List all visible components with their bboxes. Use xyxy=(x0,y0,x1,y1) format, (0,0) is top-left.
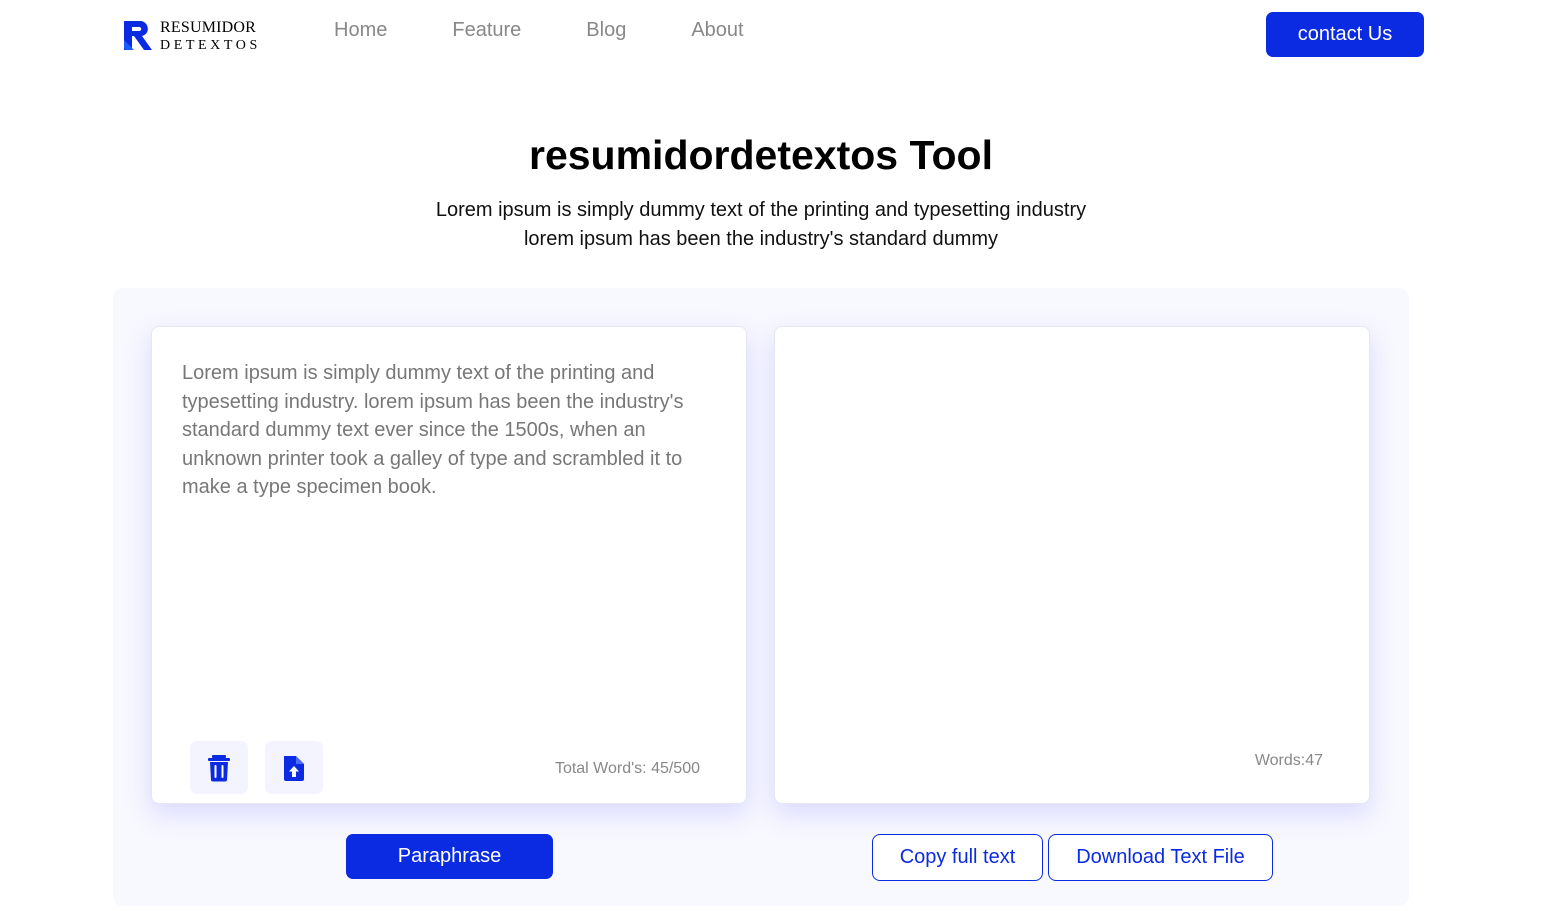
nav-about-link[interactable]: About xyxy=(691,19,743,41)
logo-line2: DETEXTOS xyxy=(160,37,261,53)
page-subtitle: Lorem ipsum is simply dummy text of the … xyxy=(0,196,1522,254)
subtitle-line-2: lorem ipsum has been the industry's stan… xyxy=(523,228,999,250)
upload-file-button[interactable] xyxy=(265,741,323,794)
file-upload-icon xyxy=(284,755,304,781)
page: RESUMIDOR DETEXTOS Home Feature Blog Abo… xyxy=(0,0,1568,911)
contact-us-button[interactable]: contact Us xyxy=(1266,12,1424,57)
output-card: Words:47 xyxy=(774,326,1370,804)
nav-feature-link[interactable]: Feature xyxy=(452,19,521,41)
output-word-count: Words:47 xyxy=(1254,752,1323,769)
main-nav: Home Feature Blog About xyxy=(334,19,809,41)
tool-panel: Lorem ipsum is simply dummy text of the … xyxy=(113,288,1409,906)
logo-line1: RESUMIDOR xyxy=(160,18,257,36)
paraphrase-button[interactable]: Paraphrase xyxy=(346,834,553,879)
input-textarea[interactable]: Lorem ipsum is simply dummy text of the … xyxy=(182,359,712,502)
copy-full-text-button[interactable]: Copy full text xyxy=(872,834,1043,881)
input-word-count: Total Word's: 45/500 xyxy=(554,760,700,777)
trash-icon xyxy=(208,754,230,781)
nav-blog-link[interactable]: Blog xyxy=(586,19,626,41)
nav-home-link[interactable]: Home xyxy=(334,19,387,41)
input-card: Lorem ipsum is simply dummy text of the … xyxy=(151,326,747,804)
download-text-file-button[interactable]: Download Text File xyxy=(1048,834,1273,881)
logo-text: RESUMIDOR DETEXTOS xyxy=(160,18,261,53)
subtitle-line-1: Lorem ipsum is simply dummy text of the … xyxy=(435,199,1087,221)
site-logo[interactable]: RESUMIDOR DETEXTOS xyxy=(122,16,262,56)
clear-button[interactable] xyxy=(190,741,248,794)
page-title: resumidordetextos Tool xyxy=(529,132,993,178)
r-logo-icon xyxy=(124,21,152,50)
